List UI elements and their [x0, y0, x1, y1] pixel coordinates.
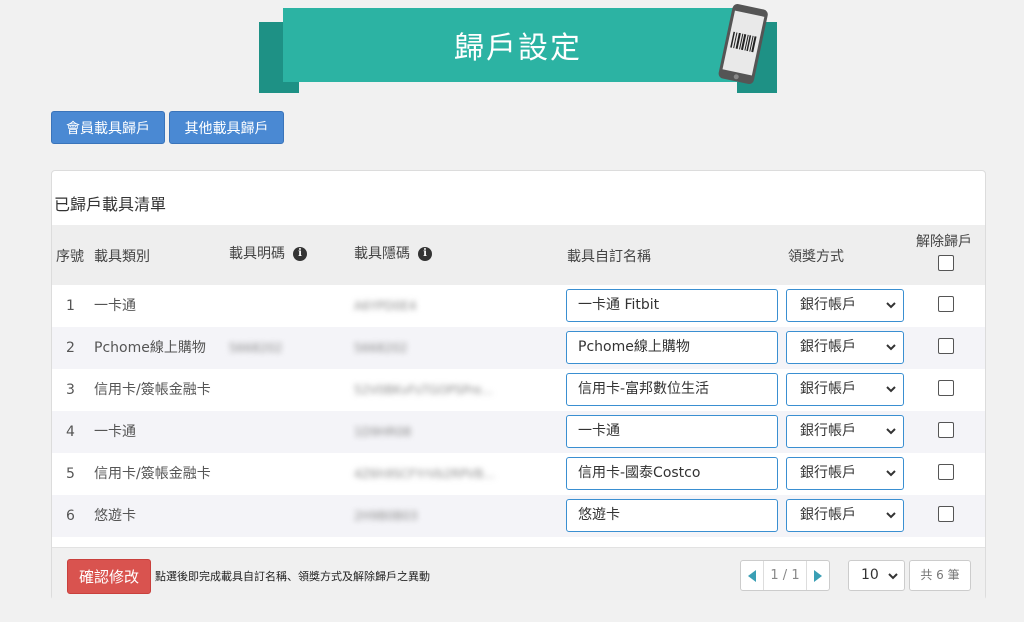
row-hidden-code: 5668202	[354, 341, 408, 355]
custom-name-input[interactable]: 一卡通 Fitbit	[566, 289, 778, 322]
award-method-select[interactable]: 銀行帳戶	[786, 331, 904, 364]
award-method-value: 銀行帳戶	[800, 381, 856, 397]
header-seq: 序號	[56, 249, 84, 265]
member-carrier-link-button[interactable]: 會員載具歸戶	[51, 111, 165, 144]
row-seq: 2	[66, 340, 75, 356]
row-carrier-type: 悠遊卡	[94, 508, 136, 524]
custom-name-input[interactable]: Pchome線上購物	[566, 331, 778, 364]
row-carrier-type: Pchome線上購物	[94, 340, 206, 356]
row-hidden-code: A6YPD0E4	[354, 299, 417, 313]
header-award-method: 領獎方式	[788, 249, 844, 265]
custom-name-input[interactable]: 信用卡-國泰Costco	[566, 457, 778, 490]
header-type: 載具類別	[94, 249, 150, 265]
confirm-button[interactable]: 確認修改	[67, 559, 151, 594]
unlink-checkbox[interactable]	[938, 338, 954, 354]
triangle-left-icon	[748, 569, 756, 582]
award-method-select[interactable]: 銀行帳戶	[786, 289, 904, 322]
table-row: 1 一卡通 A6YPD0E4 一卡通 Fitbit 銀行帳戶	[52, 285, 985, 327]
table-row: 3 信用卡/簽帳金融卡 52V0BKvFsTGOPSPre... 信用卡-富邦數位生活…	[52, 369, 985, 411]
chevron-down-icon	[886, 512, 896, 519]
unlink-checkbox[interactable]	[938, 296, 954, 312]
award-method-value: 銀行帳戶	[800, 339, 856, 355]
phone-barcode-icon	[718, 4, 768, 85]
pagination: 1 / 1	[740, 560, 830, 591]
banner-main: 歸戶設定	[283, 8, 753, 82]
table-row: 6 悠遊卡 2H9B0B03 悠遊卡 銀行帳戶	[52, 495, 985, 537]
row-carrier-type: 信用卡/簽帳金融卡	[94, 466, 211, 482]
prev-page-button[interactable]	[741, 561, 763, 590]
page-banner: 歸戶設定	[259, 0, 777, 93]
panel-title: 已歸戶載具清單	[54, 195, 167, 214]
custom-name-input[interactable]: 一卡通	[566, 415, 778, 448]
unlink-checkbox[interactable]	[938, 464, 954, 480]
table-row: 5 信用卡/簽帳金融卡 4Z6h9SCFYrVb2RPVB... 信用卡-國泰Cost…	[52, 453, 985, 495]
award-method-select[interactable]: 銀行帳戶	[786, 457, 904, 490]
info-icon[interactable]: i	[293, 247, 307, 261]
chevron-down-icon	[886, 386, 896, 393]
info-icon[interactable]: i	[418, 247, 432, 261]
page-title: 歸戶設定	[454, 31, 582, 66]
header-visible-code: 載具明碼 i	[229, 243, 307, 263]
unlink-checkbox[interactable]	[938, 380, 954, 396]
page-indicator: 1 / 1	[763, 561, 807, 590]
row-hidden-code: 1D9HR08	[354, 425, 412, 439]
unlink-checkbox[interactable]	[938, 506, 954, 522]
chevron-down-icon	[886, 344, 896, 351]
row-carrier-type: 一卡通	[94, 424, 136, 440]
row-seq: 5	[66, 466, 75, 482]
next-page-button[interactable]	[807, 561, 829, 590]
chevron-down-icon	[886, 302, 896, 309]
award-method-select[interactable]: 銀行帳戶	[786, 499, 904, 532]
header-visible-code-label: 載具明碼	[229, 246, 285, 262]
header-hidden-code-label: 載具隱碼	[354, 246, 410, 262]
chevron-down-icon	[886, 428, 896, 435]
carrier-list-panel: 已歸戶載具清單 序號 載具類別 載具明碼 i 載具隱碼 i 載具自訂名稱 領獎方式 …	[51, 170, 986, 600]
award-method-value: 銀行帳戶	[800, 297, 856, 313]
header-custom-name: 載具自訂名稱	[567, 249, 651, 265]
award-method-value: 銀行帳戶	[800, 465, 856, 481]
row-seq: 3	[66, 382, 75, 398]
row-carrier-type: 信用卡/簽帳金融卡	[94, 382, 211, 398]
confirm-hint: 點選後即完成載具自訂名稱、領獎方式及解除歸戶之異動	[155, 570, 430, 583]
triangle-right-icon	[814, 569, 822, 582]
total-count: 共 6 筆	[909, 560, 971, 591]
row-hidden-code: 52V0BKvFsTGOPSPre...	[354, 383, 493, 397]
chevron-down-icon	[886, 470, 896, 477]
custom-name-input[interactable]: 悠遊卡	[566, 499, 778, 532]
unlink-checkbox[interactable]	[938, 422, 954, 438]
header-hidden-code: 載具隱碼 i	[354, 243, 432, 263]
table-row: 2 Pchome線上購物 5668202 5668202 Pchome線上購物 銀行帳戶	[52, 327, 985, 369]
per-page-select[interactable]: 10	[848, 560, 905, 591]
row-hidden-code: 2H9B0B03	[354, 509, 418, 523]
table-footer: 確認修改 點選後即完成載具自訂名稱、領獎方式及解除歸戶之異動 1 / 1 10 …	[52, 547, 985, 600]
row-seq: 4	[66, 424, 75, 440]
table-header: 序號 載具類別 載具明碼 i 載具隱碼 i 載具自訂名稱 領獎方式 解除歸戶	[52, 225, 985, 285]
row-seq: 1	[66, 298, 75, 314]
award-method-select[interactable]: 銀行帳戶	[786, 415, 904, 448]
award-method-select[interactable]: 銀行帳戶	[786, 373, 904, 406]
row-seq: 6	[66, 508, 75, 524]
award-method-value: 銀行帳戶	[800, 423, 856, 439]
row-hidden-code: 4Z6h9SCFYrVb2RPVB...	[354, 467, 495, 481]
select-all-checkbox[interactable]	[938, 255, 954, 271]
row-visible-code: 5668202	[229, 341, 283, 355]
custom-name-input[interactable]: 信用卡-富邦數位生活	[566, 373, 778, 406]
chevron-down-icon	[888, 573, 898, 580]
row-carrier-type: 一卡通	[94, 298, 136, 314]
per-page-value: 10	[861, 567, 879, 583]
other-carrier-link-button[interactable]: 其他載具歸戶	[169, 111, 284, 144]
award-method-value: 銀行帳戶	[800, 507, 856, 523]
header-unlink: 解除歸戶	[916, 234, 972, 250]
table-row: 4 一卡通 1D9HR08 一卡通 銀行帳戶	[52, 411, 985, 453]
